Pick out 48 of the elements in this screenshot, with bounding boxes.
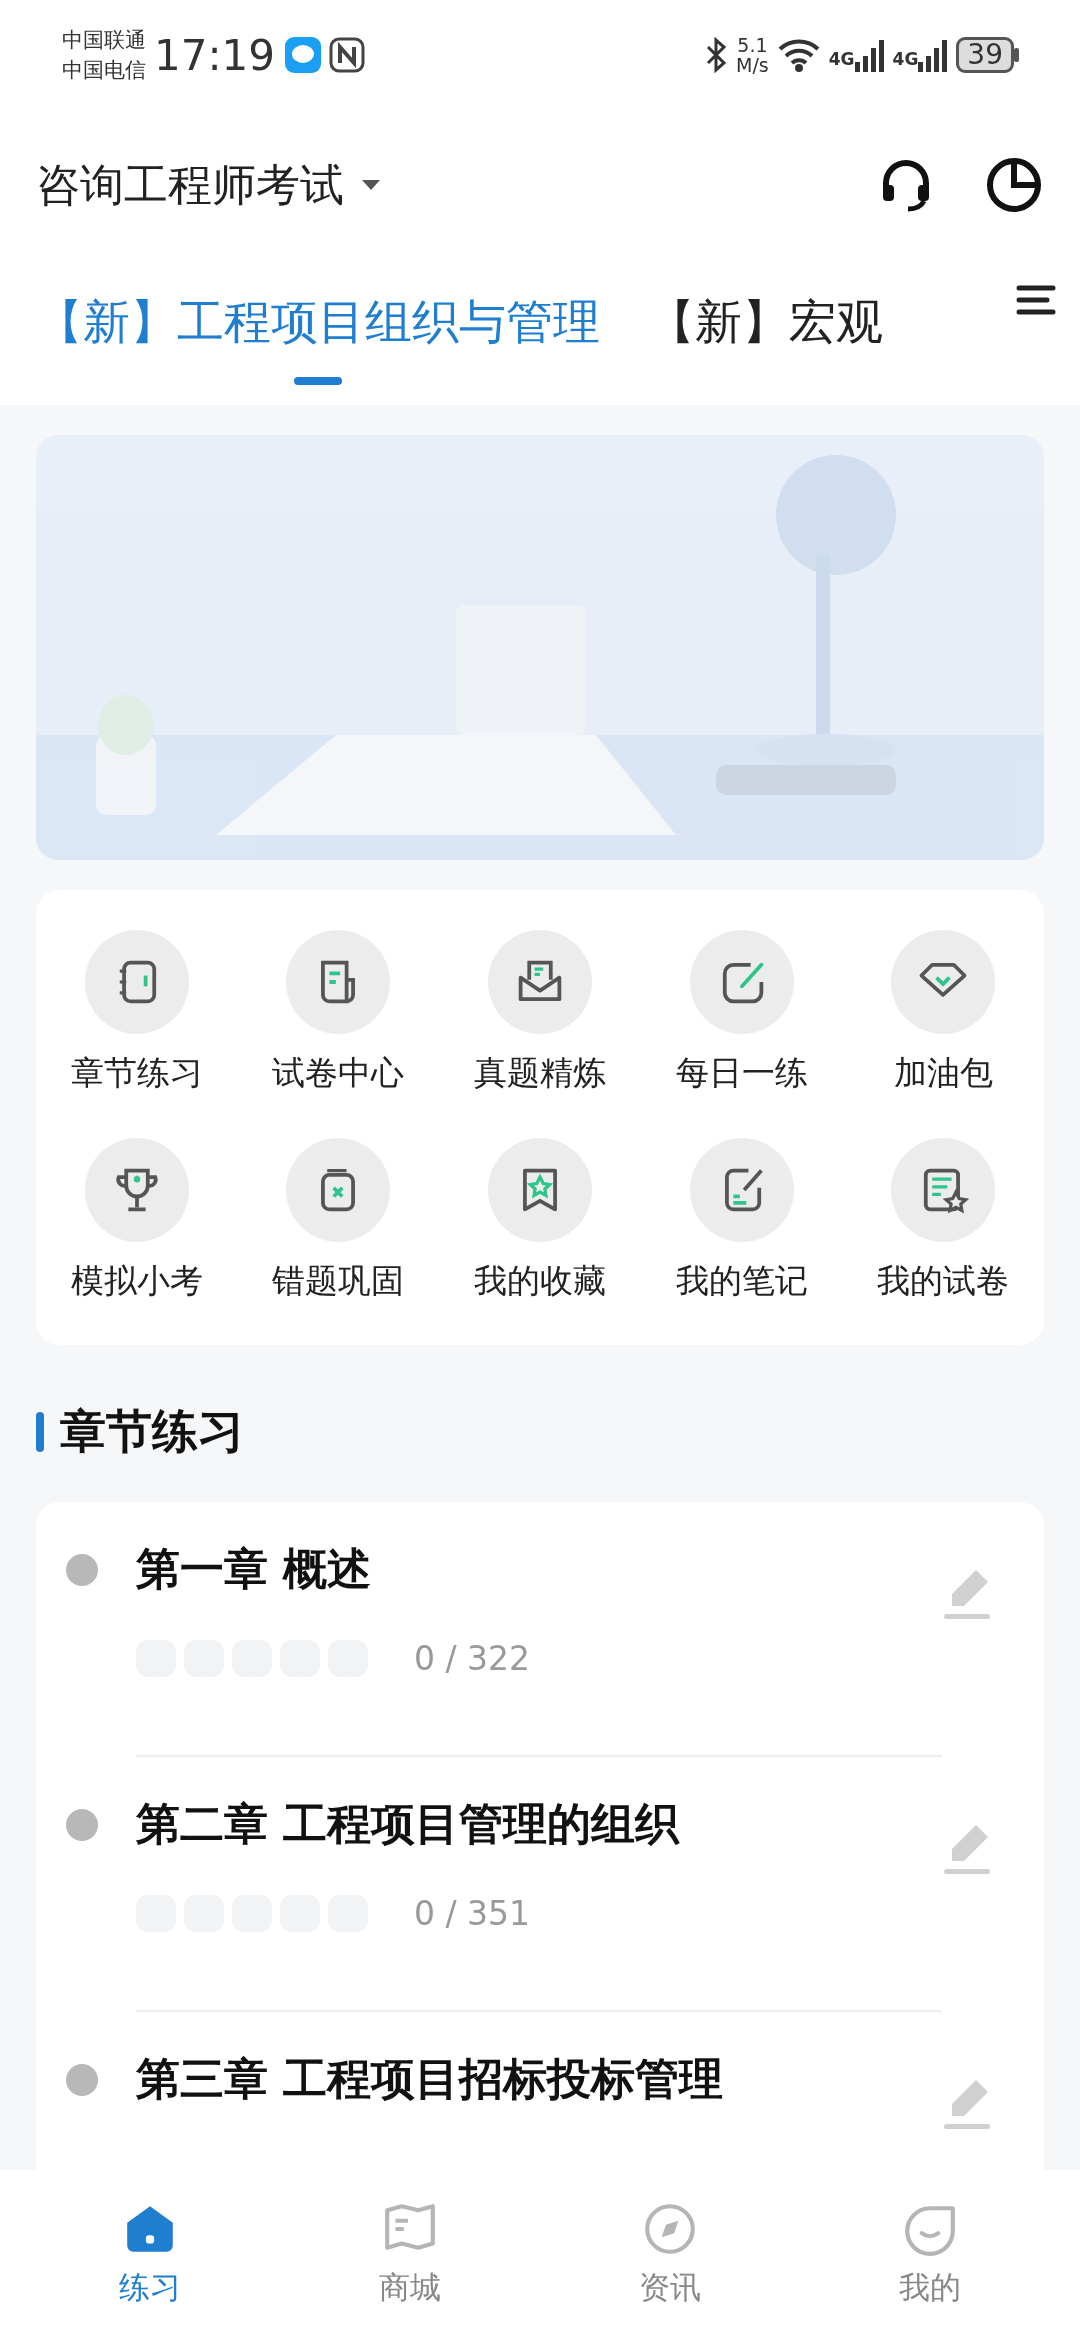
question-count: 0 / 351	[414, 1893, 531, 1935]
caret-icon	[360, 178, 382, 192]
nav-tab[interactable]: 练习	[75, 2199, 225, 2311]
shortcut-button[interactable]: 加油包	[842, 930, 1044, 1098]
bluetooth-icon	[704, 37, 729, 73]
chapter-title[interactable]: 第三章 工程项目招标投标管理	[136, 2046, 942, 2112]
shortcut-button[interactable]: 每日一练	[640, 930, 843, 1098]
exam-selector[interactable]: 咨询工程师考试	[36, 152, 382, 218]
tab-indicator	[294, 377, 342, 385]
course-tab[interactable]: 【新】工程项目组织与管理	[36, 260, 600, 385]
nfc-icon	[329, 37, 366, 73]
speed-value: 5.1	[736, 35, 769, 55]
shortcut-button[interactable]: 我的收藏	[439, 1137, 641, 1305]
status-dot	[66, 1554, 98, 1586]
shortcut-button[interactable]: 试卷中心	[237, 930, 440, 1098]
shortcut-button[interactable]: 真题精炼	[439, 930, 641, 1098]
carrier-name: 中国电信	[62, 57, 146, 84]
pie-chart-icon	[984, 155, 1044, 215]
nav-tab[interactable]: 资讯	[595, 2199, 745, 2311]
menu-button[interactable]	[1016, 284, 1056, 316]
status-time: 17:19	[154, 29, 276, 82]
signal-icon	[854, 38, 885, 72]
wifi-icon	[776, 37, 821, 73]
chapter-title[interactable]: 第二章 工程项目管理的组织	[136, 1791, 942, 1857]
chapter-title[interactable]: 第一章 概述	[136, 1536, 942, 1602]
question-count: 0 / 322	[414, 1638, 531, 1680]
speed-unit: M/s	[736, 55, 769, 75]
carrier-name: 中国联通	[62, 27, 146, 54]
status-dot	[66, 1809, 98, 1841]
battery-level: 39	[956, 37, 1014, 73]
network-type: 4G	[828, 47, 855, 71]
nav-tab[interactable]: 商城	[335, 2199, 485, 2311]
battery-tip-icon	[1014, 48, 1020, 62]
network-type: 4G	[892, 47, 919, 71]
menu-icon	[1016, 284, 1056, 316]
shortcut-button[interactable]: 我的笔记	[640, 1137, 843, 1305]
message-icon	[285, 37, 322, 73]
status-dot	[66, 2064, 98, 2096]
shortcut-button[interactable]: 模拟小考	[36, 1137, 238, 1305]
shortcut-button[interactable]: 章节练习	[36, 930, 238, 1098]
shortcut-button[interactable]: 我的试卷	[842, 1137, 1044, 1305]
nav-tab[interactable]: 我的	[855, 2199, 1005, 2311]
signal-icon	[918, 38, 949, 72]
shortcut-button[interactable]: 错题巩固	[237, 1137, 440, 1305]
stats-button[interactable]	[984, 155, 1044, 215]
course-tab[interactable]: 【新】宏观	[648, 260, 883, 385]
section-title: 章节练习	[60, 1403, 244, 1460]
section-marker	[36, 1411, 44, 1452]
